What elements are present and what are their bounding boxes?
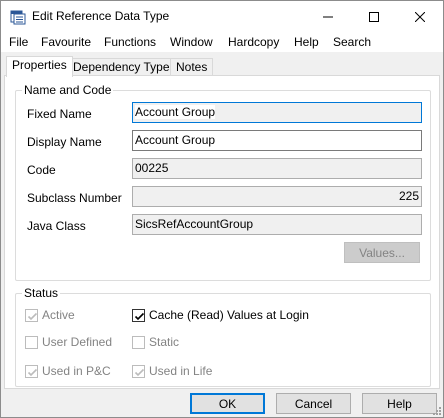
ok-button[interactable]: OK: [190, 393, 265, 414]
resize-grip-icon[interactable]: [432, 406, 442, 416]
checkbox-label: Used in Life: [149, 364, 213, 378]
checkmark-icon: [134, 368, 145, 376]
help-button[interactable]: Help: [362, 393, 437, 414]
fixed-name-field[interactable]: Account Group: [132, 102, 422, 123]
group-label: Status: [22, 286, 61, 300]
used-in-life-checkbox[interactable]: Used in Life: [132, 364, 212, 378]
fixed-name-label: Fixed Name: [27, 107, 92, 121]
active-checkbox[interactable]: Active: [25, 308, 75, 322]
tab-dependency-types[interactable]: Dependency Types: [67, 58, 182, 76]
tab-strip: Properties Dependency Types Notes: [1, 56, 443, 77]
checkbox-box: [132, 364, 145, 378]
checkmark-icon: [27, 368, 38, 376]
properties-panel: Name and Code Fixed Name Account Group D…: [4, 75, 440, 389]
maximize-button[interactable]: [351, 1, 397, 32]
checkmark-icon: [134, 312, 145, 320]
app-icon: [10, 10, 26, 25]
java-class-field[interactable]: SicsRefAccountGroup: [132, 214, 422, 235]
title-bar: Edit Reference Data Type: [1, 1, 443, 32]
subclass-number-field[interactable]: 225: [132, 186, 422, 207]
values-button[interactable]: Values...: [344, 242, 420, 263]
display-name-label: Display Name: [27, 135, 102, 149]
window-title: Edit Reference Data Type: [32, 9, 170, 23]
dialog-window: Edit Reference Data Type File Favourite …: [0, 0, 444, 418]
java-class-label: Java Class: [27, 219, 86, 233]
subclass-number-label: Subclass Number: [27, 191, 122, 205]
checkbox-box: [132, 308, 145, 322]
menu-help[interactable]: Help: [294, 35, 319, 49]
checkbox-box: [25, 335, 38, 349]
menu-bar: File Favourite Functions Window Hardcopy…: [1, 32, 443, 52]
menu-functions[interactable]: Functions: [104, 35, 156, 49]
minimize-icon: [323, 16, 333, 17]
menu-window[interactable]: Window: [170, 35, 213, 49]
close-button[interactable]: [397, 1, 443, 32]
checkbox-box: [25, 308, 38, 322]
code-field[interactable]: 00225: [132, 158, 422, 179]
dialog-footer: OK Cancel Help: [1, 391, 443, 417]
menu-favourite[interactable]: Favourite: [41, 35, 91, 49]
minimize-button[interactable]: [305, 1, 351, 32]
display-name-field[interactable]: Account Group: [132, 130, 422, 151]
menu-file[interactable]: File: [9, 35, 28, 49]
cache-values-checkbox[interactable]: Cache (Read) Values at Login: [132, 308, 309, 322]
group-label: Name and Code: [22, 83, 114, 97]
static-checkbox[interactable]: Static: [132, 335, 179, 349]
fixed-name-value: Account Group: [135, 105, 216, 119]
used-in-pc-checkbox[interactable]: Used in P&C: [25, 364, 111, 378]
checkbox-label: Static: [149, 335, 180, 349]
tab-notes[interactable]: Notes: [170, 58, 214, 76]
checkbox-label: User Defined: [42, 335, 113, 349]
maximize-icon: [369, 11, 379, 22]
code-label: Code: [27, 163, 56, 177]
checkmark-icon: [27, 312, 38, 320]
user-defined-checkbox[interactable]: User Defined: [25, 335, 112, 349]
checkbox-box: [132, 335, 145, 349]
checkbox-label: Cache (Read) Values at Login: [149, 308, 309, 322]
checkbox-label: Active: [42, 308, 75, 322]
cancel-button[interactable]: Cancel: [276, 393, 351, 414]
tab-properties[interactable]: Properties: [6, 56, 73, 77]
menu-search[interactable]: Search: [333, 35, 371, 49]
checkbox-box: [25, 364, 38, 378]
checkbox-label: Used in P&C: [42, 364, 111, 378]
menu-hardcopy[interactable]: Hardcopy: [228, 35, 279, 49]
close-icon: [415, 11, 425, 22]
